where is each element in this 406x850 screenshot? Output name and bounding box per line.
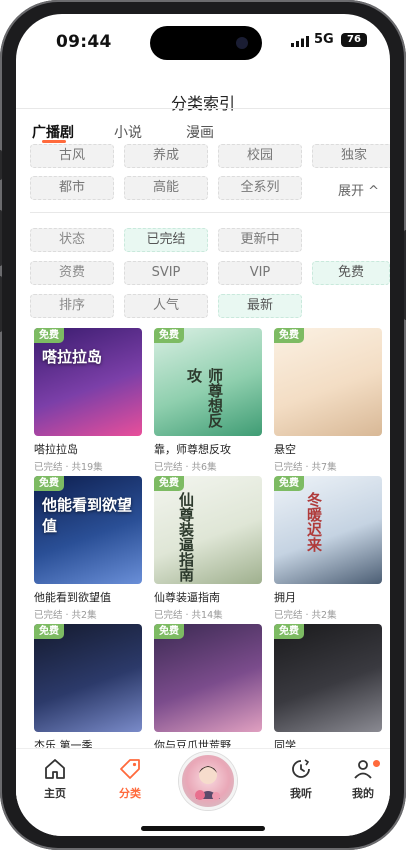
nav-category-label: 分类	[119, 787, 141, 800]
drama-meta: 已完结 · 共7集	[274, 462, 337, 473]
expand-button[interactable]: 展开 ^	[338, 180, 379, 199]
header-divider	[16, 108, 390, 109]
screen: 09:44 5G 76 分类索引 广播剧 小说 漫画 古风 养成 校园 独家 都…	[16, 14, 390, 836]
drama-cover[interactable]: 免费	[154, 624, 262, 732]
drama-cover[interactable]: 免费	[274, 624, 382, 732]
bottom-nav: 主页 分类 我听 我的	[16, 749, 390, 836]
drama-cover[interactable]: 免费 仙尊装逼指南	[154, 476, 262, 584]
free-badge: 免费	[274, 328, 304, 343]
sort-label: 排序	[30, 294, 114, 318]
free-badge: 免费	[274, 476, 304, 491]
clock-icon	[292, 759, 310, 778]
action-button	[0, 150, 2, 180]
drama-title: 拥月	[274, 591, 296, 604]
cover-title: 嗒拉拉岛	[42, 348, 103, 366]
drama-title: 仙尊装逼指南	[154, 591, 220, 604]
fee-vip-chip[interactable]: VIP	[218, 261, 302, 285]
genre-chip[interactable]: 养成	[124, 144, 208, 168]
drama-meta: 已完结 · 共2集	[34, 610, 97, 621]
drama-card[interactable]: 免费 你与豆爪世荒野	[154, 624, 262, 755]
free-badge: 免费	[154, 476, 184, 491]
fee-svip-chip[interactable]: SVIP	[124, 261, 208, 285]
free-badge: 免费	[34, 624, 64, 639]
free-badge: 免费	[34, 476, 64, 491]
tab-comic[interactable]: 漫画	[186, 122, 214, 142]
tag-icon	[120, 759, 140, 779]
cover-title: 冬暖迟来	[305, 492, 323, 552]
nav-listen-label: 我听	[290, 787, 312, 800]
battery-icon: 76	[341, 33, 367, 47]
cover-title: 仙尊装逼指南	[177, 492, 195, 582]
drama-cover[interactable]: 免费他能看到欲望值	[34, 476, 142, 584]
profile-icon	[354, 760, 372, 779]
drama-cover[interactable]: 免费嗒拉拉岛	[34, 328, 142, 436]
cover-title: 师尊想反攻	[185, 368, 224, 428]
free-badge: 免费	[154, 328, 184, 343]
nav-listen[interactable]: 我听	[276, 757, 326, 801]
drama-card[interactable]: 免费师尊想反攻靠，师尊想反攻 已完结 · 共6集	[154, 328, 262, 473]
drama-title: 嗒拉拉岛	[34, 443, 78, 456]
volume-down-button	[0, 276, 2, 332]
sort-latest-chip[interactable]: 最新	[218, 294, 302, 318]
genre-chip[interactable]: 古风	[30, 144, 114, 168]
nav-profile[interactable]: 我的	[338, 757, 388, 801]
cover-title: 他能看到欲望值	[42, 496, 133, 535]
nav-category[interactable]: 分类	[105, 757, 155, 801]
drama-cover[interactable]: 免费师尊想反攻	[154, 328, 262, 436]
drama-meta: 已完结 · 共2集	[274, 610, 337, 621]
status-bar: 09:44 5G 76	[16, 14, 390, 66]
drama-meta: 已完结 · 共6集	[154, 462, 217, 473]
page-title: 分类索引	[170, 94, 235, 113]
free-badge: 免费	[34, 328, 64, 343]
free-badge: 免费	[274, 624, 304, 639]
avatar-illustration-icon	[195, 766, 220, 800]
drama-title: 靠，师尊想反攻	[154, 443, 231, 456]
nav-profile-label: 我的	[352, 787, 374, 800]
sort-popular-chip[interactable]: 人气	[124, 294, 208, 318]
center-avatar[interactable]	[179, 752, 237, 810]
drama-card[interactable]: 免费 同学	[274, 624, 382, 755]
dynamic-island	[150, 26, 262, 60]
status-updating-chip[interactable]: 更新中	[218, 228, 302, 252]
phone-frame: 09:44 5G 76 分类索引 广播剧 小说 漫画 古风 养成 校园 独家 都…	[0, 0, 406, 850]
drama-title: 他能看到欲望值	[34, 591, 111, 604]
fee-label: 资费	[30, 261, 114, 285]
status-label: 状态	[30, 228, 114, 252]
tab-indicator	[42, 140, 66, 143]
camera-icon	[236, 37, 248, 49]
tab-novel[interactable]: 小说	[114, 122, 142, 142]
fee-free-chip[interactable]: 免费	[312, 261, 390, 285]
signal-icon	[291, 36, 309, 47]
drama-card[interactable]: 免费 冬暖迟来拥月已完结 · 共2集	[274, 476, 382, 621]
status-completed-chip[interactable]: 已完结	[124, 228, 208, 252]
notification-dot	[373, 760, 380, 767]
drama-card[interactable]: 免费 他能看到欲望值 他能看到欲望值 已完结 · 共2集	[34, 476, 142, 621]
tab-radio-drama[interactable]: 广播剧	[32, 122, 74, 142]
drama-cover[interactable]: 免费	[274, 328, 382, 436]
drama-card[interactable]: 免费 杰乐 第一季	[34, 624, 142, 755]
volume-up-button	[0, 210, 2, 266]
drama-meta: 已完结 · 共19集	[34, 462, 103, 473]
status-time: 09:44	[56, 32, 112, 52]
network-label: 5G	[314, 32, 334, 47]
genre-chip[interactable]: 校园	[218, 144, 302, 168]
home-icon	[45, 759, 65, 779]
drama-meta: 已完结 · 共14集	[154, 610, 223, 621]
home-indicator	[141, 826, 265, 831]
genre-chip[interactable]: 都市	[30, 176, 114, 200]
drama-cover[interactable]: 免费 冬暖迟来	[274, 476, 382, 584]
drama-title: 悬空	[274, 443, 296, 456]
nav-home-label: 主页	[44, 787, 66, 800]
drama-card[interactable]: 免费悬空已完结 · 共7集	[274, 328, 382, 473]
genre-chip[interactable]: 独家	[312, 144, 390, 168]
drama-card[interactable]: 免费 仙尊装逼指南 仙尊装逼指南 已完结 · 共14集	[154, 476, 262, 621]
drama-card[interactable]: 免费 嗒拉拉岛 嗒拉拉岛 已完结 · 共19集	[34, 328, 142, 473]
genre-chip[interactable]: 高能	[124, 176, 208, 200]
genre-chip[interactable]: 全系列	[218, 176, 302, 200]
filter-divider	[30, 212, 390, 213]
free-badge: 免费	[154, 624, 184, 639]
drama-cover[interactable]: 免费	[34, 624, 142, 732]
nav-home[interactable]: 主页	[30, 757, 80, 801]
